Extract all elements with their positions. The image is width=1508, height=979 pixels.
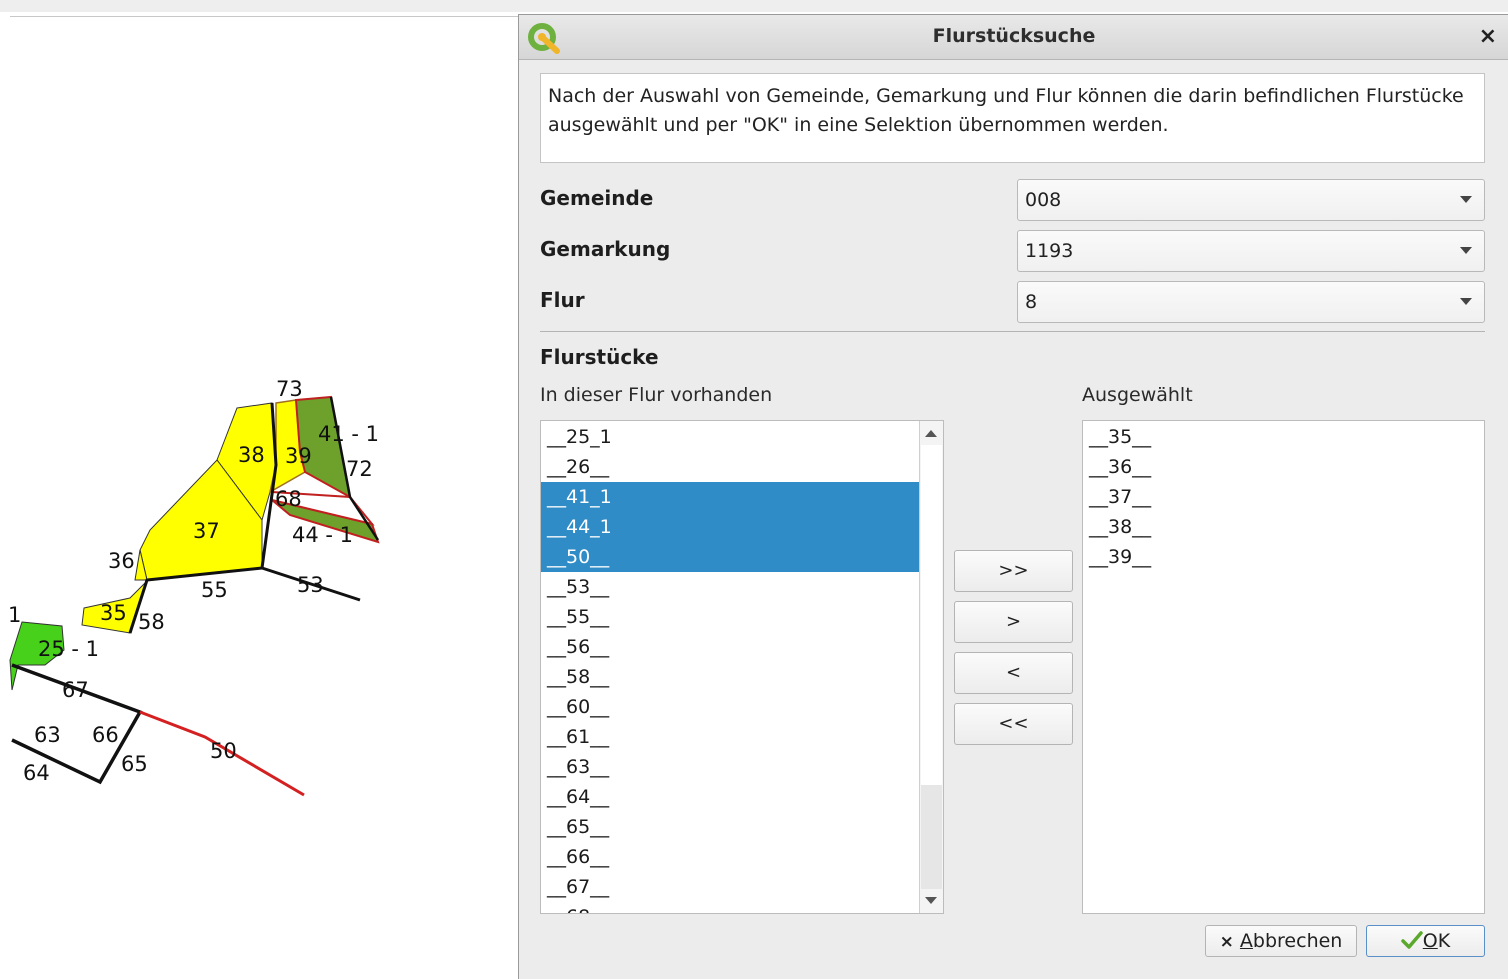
list-item[interactable]: __55__ [541,602,919,632]
gemeinde-label: Gemeinde [540,186,654,210]
available-list[interactable]: __25_1 __26__ __41_1 __44_1 __50__ __53__ __55… [540,420,944,914]
map-label: 66 [92,723,119,747]
list-item[interactable]: __53__ [541,572,919,602]
list-item[interactable]: __35__ [1083,422,1484,452]
ok-label: K [1437,930,1451,952]
chevron-down-icon [1460,247,1472,254]
add-all-button[interactable]: >> [954,550,1073,592]
dialog-titlebar[interactable]: Flurstücksuche × [519,15,1508,60]
list-item[interactable]: __26__ [541,452,919,482]
map-label: 37 [193,519,220,543]
gemeinde-value: 008 [1025,189,1062,211]
remove-all-button[interactable]: << [954,703,1073,745]
flur-value: 8 [1025,291,1038,313]
close-icon[interactable]: × [1479,24,1497,49]
selected-label: Ausgewählt [1082,384,1193,406]
list-item[interactable]: __37__ [1083,482,1484,512]
map-label: 38 [238,443,265,467]
add-button[interactable]: > [954,601,1073,643]
cancel-button[interactable]: × Abbrechen [1205,925,1357,957]
list-item[interactable]: __58__ [541,662,919,692]
section-title-flurstuecke: Flurstücke [540,345,659,369]
list-item[interactable]: __39__ [1083,542,1484,572]
gemarkung-value: 1193 [1025,240,1074,262]
scrollbar[interactable] [919,421,943,913]
list-item[interactable]: __50__ [541,542,919,572]
list-item[interactable]: __25_1 [541,422,919,452]
chevron-down-icon [1460,298,1472,305]
map-label: 63 [34,723,61,747]
gemeinde-select[interactable]: 008 [1017,179,1485,221]
map-label: 72 [346,457,373,481]
gemarkung-select[interactable]: 1193 [1017,230,1485,272]
list-item[interactable]: __68__ [541,902,919,913]
info-text: Nach der Auswahl von Gemeinde, Gemarkung… [540,73,1485,163]
map-label: 1 [8,603,21,627]
flur-label: Flur [540,288,585,312]
map-label: 25 - 1 [38,637,99,661]
list-item[interactable]: __67__ [541,872,919,902]
dialog-title: Flurstücksuche [932,25,1096,47]
selected-list[interactable]: __35__ __36__ __37__ __38__ __39__ [1082,420,1485,914]
flur-select[interactable]: 8 [1017,281,1485,323]
map-label: 68 [275,487,302,511]
list-item[interactable]: __63__ [541,752,919,782]
map-label: 39 [285,444,312,468]
scroll-down-icon[interactable] [925,897,937,904]
scrollbar-track[interactable] [921,785,942,889]
map-label: 44 - 1 [292,523,353,547]
divider [540,331,1485,332]
map-label: 67 [62,678,89,702]
map-label: 53 [297,573,324,597]
list-item[interactable]: __60__ [541,692,919,722]
list-item[interactable]: __56__ [541,632,919,662]
scrollbar-handle[interactable] [921,445,942,786]
map-label: 55 [201,578,228,602]
list-item[interactable]: __65__ [541,812,919,842]
ok-button[interactable]: OK [1366,925,1485,957]
list-item[interactable]: __36__ [1083,452,1484,482]
map-label: 73 [276,377,303,401]
map-label: 36 [108,549,135,573]
list-item[interactable]: __44_1 [541,512,919,542]
chevron-down-icon [1460,196,1472,203]
scroll-up-icon[interactable] [925,430,937,437]
list-item[interactable]: __64__ [541,782,919,812]
list-item[interactable]: __38__ [1083,512,1484,542]
list-item[interactable]: __41_1 [541,482,919,512]
cancel-label: bbrechen [1252,930,1343,952]
map-label: 50 [210,739,237,763]
map-label: 58 [138,610,165,634]
map-label: 41 - 1 [318,422,379,446]
map-label: 35 [100,601,127,625]
map-canvas[interactable]: 73 41 - 1 38 39 72 68 37 44 - 1 36 55 53… [0,0,518,979]
list-item[interactable]: __61__ [541,722,919,752]
available-label: In dieser Flur vorhanden [540,384,773,406]
remove-button[interactable]: < [954,652,1073,694]
map-label: 65 [121,752,148,776]
map-label: 64 [23,761,50,785]
close-icon: × [1219,932,1234,952]
flurstuecksuche-dialog: Flurstücksuche × Nach der Auswahl von Ge… [518,14,1508,979]
checkmark-icon [1401,931,1423,949]
cancel-mnemonic: A [1239,930,1253,952]
gemarkung-label: Gemarkung [540,237,671,261]
list-item[interactable]: __66__ [541,842,919,872]
ok-mnemonic: O [1422,930,1438,952]
